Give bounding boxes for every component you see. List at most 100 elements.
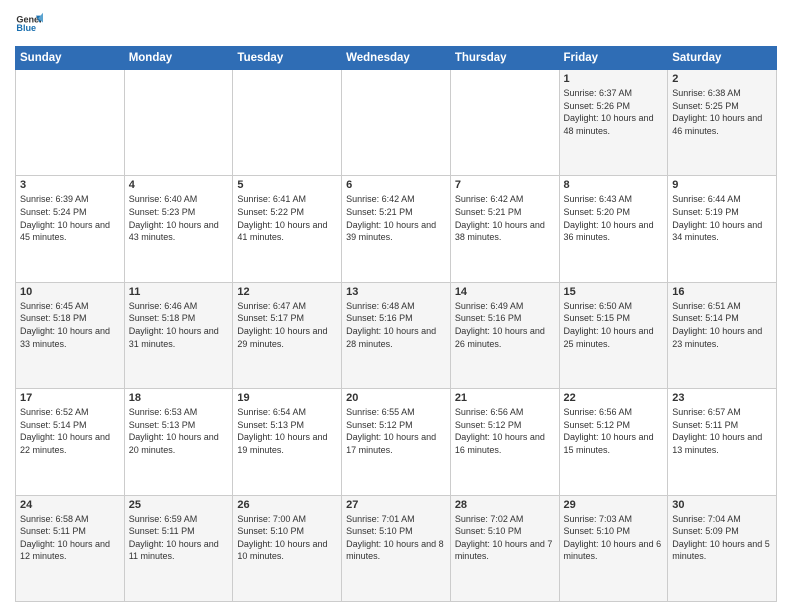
- day-number: 1: [564, 73, 664, 85]
- calendar-cell: 4 Sunrise: 6:40 AM Sunset: 5:23 PM Daylig…: [124, 176, 233, 282]
- day-number: 23: [672, 392, 772, 404]
- calendar-cell: 30 Sunrise: 7:04 AM Sunset: 5:09 PM Dayli…: [668, 495, 777, 601]
- calendar-cell: 12 Sunrise: 6:47 AM Sunset: 5:17 PM Dayli…: [233, 282, 342, 388]
- calendar-cell: 8 Sunrise: 6:43 AM Sunset: 5:20 PM Daylig…: [559, 176, 668, 282]
- day-info: Sunrise: 7:01 AM Sunset: 5:10 PM Dayligh…: [346, 513, 446, 563]
- day-number: 30: [672, 499, 772, 511]
- calendar-cell: 23 Sunrise: 6:57 AM Sunset: 5:11 PM Dayli…: [668, 389, 777, 495]
- calendar-cell: [233, 70, 342, 176]
- calendar-table: SundayMondayTuesdayWednesdayThursdayFrid…: [15, 46, 777, 602]
- day-info: Sunrise: 6:59 AM Sunset: 5:11 PM Dayligh…: [129, 513, 229, 563]
- day-number: 5: [237, 179, 337, 191]
- calendar-week-4: 17 Sunrise: 6:52 AM Sunset: 5:14 PM Dayli…: [16, 389, 777, 495]
- calendar-cell: 20 Sunrise: 6:55 AM Sunset: 5:12 PM Dayli…: [342, 389, 451, 495]
- day-number: 12: [237, 286, 337, 298]
- calendar-cell: 27 Sunrise: 7:01 AM Sunset: 5:10 PM Dayli…: [342, 495, 451, 601]
- day-number: 14: [455, 286, 555, 298]
- weekday-header-sunday: Sunday: [16, 47, 125, 70]
- calendar-cell: 3 Sunrise: 6:39 AM Sunset: 5:24 PM Daylig…: [16, 176, 125, 282]
- day-info: Sunrise: 6:46 AM Sunset: 5:18 PM Dayligh…: [129, 300, 229, 350]
- calendar-week-3: 10 Sunrise: 6:45 AM Sunset: 5:18 PM Dayli…: [16, 282, 777, 388]
- day-number: 13: [346, 286, 446, 298]
- day-info: Sunrise: 6:40 AM Sunset: 5:23 PM Dayligh…: [129, 193, 229, 243]
- day-number: 11: [129, 286, 229, 298]
- logo-icon: General Blue: [15, 10, 43, 38]
- day-info: Sunrise: 7:02 AM Sunset: 5:10 PM Dayligh…: [455, 513, 555, 563]
- calendar-cell: 2Sunrise: 6:38 AM Sunset: 5:25 PM Daylig…: [668, 70, 777, 176]
- calendar-cell: 21 Sunrise: 6:56 AM Sunset: 5:12 PM Dayli…: [450, 389, 559, 495]
- day-number: 26: [237, 499, 337, 511]
- calendar-cell: 7 Sunrise: 6:42 AM Sunset: 5:21 PM Daylig…: [450, 176, 559, 282]
- day-info: Sunrise: 6:57 AM Sunset: 5:11 PM Dayligh…: [672, 406, 772, 456]
- weekday-header-thursday: Thursday: [450, 47, 559, 70]
- day-number: 22: [564, 392, 664, 404]
- day-number: 9: [672, 179, 772, 191]
- day-info: Sunrise: 6:37 AM Sunset: 5:26 PM Dayligh…: [564, 87, 664, 137]
- day-info: Sunrise: 6:43 AM Sunset: 5:20 PM Dayligh…: [564, 193, 664, 243]
- calendar-cell: 11 Sunrise: 6:46 AM Sunset: 5:18 PM Dayli…: [124, 282, 233, 388]
- day-number: 24: [20, 499, 120, 511]
- day-number: 28: [455, 499, 555, 511]
- day-number: 4: [129, 179, 229, 191]
- calendar-cell: 22 Sunrise: 6:56 AM Sunset: 5:12 PM Dayli…: [559, 389, 668, 495]
- day-number: 17: [20, 392, 120, 404]
- calendar-week-2: 3 Sunrise: 6:39 AM Sunset: 5:24 PM Daylig…: [16, 176, 777, 282]
- calendar-week-1: 1 Sunrise: 6:37 AM Sunset: 5:26 PM Daylig…: [16, 70, 777, 176]
- calendar-cell: 1 Sunrise: 6:37 AM Sunset: 5:26 PM Daylig…: [559, 70, 668, 176]
- calendar-cell: 25 Sunrise: 6:59 AM Sunset: 5:11 PM Dayli…: [124, 495, 233, 601]
- day-info: Sunrise: 6:53 AM Sunset: 5:13 PM Dayligh…: [129, 406, 229, 456]
- day-info: Sunrise: 6:38 AM Sunset: 5:25 PM Dayligh…: [672, 87, 772, 137]
- calendar-cell: 14 Sunrise: 6:49 AM Sunset: 5:16 PM Dayli…: [450, 282, 559, 388]
- day-number: 10: [20, 286, 120, 298]
- day-number: 16: [672, 286, 772, 298]
- day-info: Sunrise: 6:48 AM Sunset: 5:16 PM Dayligh…: [346, 300, 446, 350]
- day-info: Sunrise: 6:50 AM Sunset: 5:15 PM Dayligh…: [564, 300, 664, 350]
- day-info: Sunrise: 6:49 AM Sunset: 5:16 PM Dayligh…: [455, 300, 555, 350]
- day-info: Sunrise: 6:52 AM Sunset: 5:14 PM Dayligh…: [20, 406, 120, 456]
- day-info: Sunrise: 6:55 AM Sunset: 5:12 PM Dayligh…: [346, 406, 446, 456]
- calendar-cell: [342, 70, 451, 176]
- day-info: Sunrise: 6:39 AM Sunset: 5:24 PM Dayligh…: [20, 193, 120, 243]
- weekday-header-monday: Monday: [124, 47, 233, 70]
- page-header: General Blue: [15, 10, 777, 38]
- day-number: 20: [346, 392, 446, 404]
- weekday-header-wednesday: Wednesday: [342, 47, 451, 70]
- calendar-cell: 6Sunrise: 6:42 AM Sunset: 5:21 PM Daylig…: [342, 176, 451, 282]
- day-info: Sunrise: 6:56 AM Sunset: 5:12 PM Dayligh…: [564, 406, 664, 456]
- day-number: 6: [346, 179, 446, 191]
- day-info: Sunrise: 6:41 AM Sunset: 5:22 PM Dayligh…: [237, 193, 337, 243]
- day-info: Sunrise: 6:51 AM Sunset: 5:14 PM Dayligh…: [672, 300, 772, 350]
- calendar-cell: 28 Sunrise: 7:02 AM Sunset: 5:10 PM Dayli…: [450, 495, 559, 601]
- day-info: Sunrise: 7:04 AM Sunset: 5:09 PM Dayligh…: [672, 513, 772, 563]
- calendar-cell: [124, 70, 233, 176]
- calendar-cell: 19Sunrise: 6:54 AM Sunset: 5:13 PM Dayli…: [233, 389, 342, 495]
- day-info: Sunrise: 6:56 AM Sunset: 5:12 PM Dayligh…: [455, 406, 555, 456]
- day-number: 19: [237, 392, 337, 404]
- weekday-header-friday: Friday: [559, 47, 668, 70]
- day-number: 15: [564, 286, 664, 298]
- day-number: 7: [455, 179, 555, 191]
- day-number: 3: [20, 179, 120, 191]
- day-number: 8: [564, 179, 664, 191]
- day-number: 18: [129, 392, 229, 404]
- day-info: Sunrise: 6:45 AM Sunset: 5:18 PM Dayligh…: [20, 300, 120, 350]
- day-info: Sunrise: 6:42 AM Sunset: 5:21 PM Dayligh…: [455, 193, 555, 243]
- calendar-week-5: 24 Sunrise: 6:58 AM Sunset: 5:11 PM Dayli…: [16, 495, 777, 601]
- day-info: Sunrise: 6:44 AM Sunset: 5:19 PM Dayligh…: [672, 193, 772, 243]
- weekday-header-saturday: Saturday: [668, 47, 777, 70]
- day-number: 25: [129, 499, 229, 511]
- calendar-cell: 16 Sunrise: 6:51 AM Sunset: 5:14 PM Dayli…: [668, 282, 777, 388]
- day-info: Sunrise: 6:58 AM Sunset: 5:11 PM Dayligh…: [20, 513, 120, 563]
- calendar-cell: 29Sunrise: 7:03 AM Sunset: 5:10 PM Dayli…: [559, 495, 668, 601]
- day-info: Sunrise: 7:03 AM Sunset: 5:10 PM Dayligh…: [564, 513, 664, 563]
- calendar-cell: 5 Sunrise: 6:41 AM Sunset: 5:22 PM Daylig…: [233, 176, 342, 282]
- calendar-cell: [16, 70, 125, 176]
- weekday-header-tuesday: Tuesday: [233, 47, 342, 70]
- logo: General Blue: [15, 10, 43, 38]
- day-info: Sunrise: 6:47 AM Sunset: 5:17 PM Dayligh…: [237, 300, 337, 350]
- calendar-cell: 17 Sunrise: 6:52 AM Sunset: 5:14 PM Dayli…: [16, 389, 125, 495]
- day-number: 21: [455, 392, 555, 404]
- calendar-cell: 18 Sunrise: 6:53 AM Sunset: 5:13 PM Dayli…: [124, 389, 233, 495]
- calendar-cell: 9 Sunrise: 6:44 AM Sunset: 5:19 PM Daylig…: [668, 176, 777, 282]
- day-number: 27: [346, 499, 446, 511]
